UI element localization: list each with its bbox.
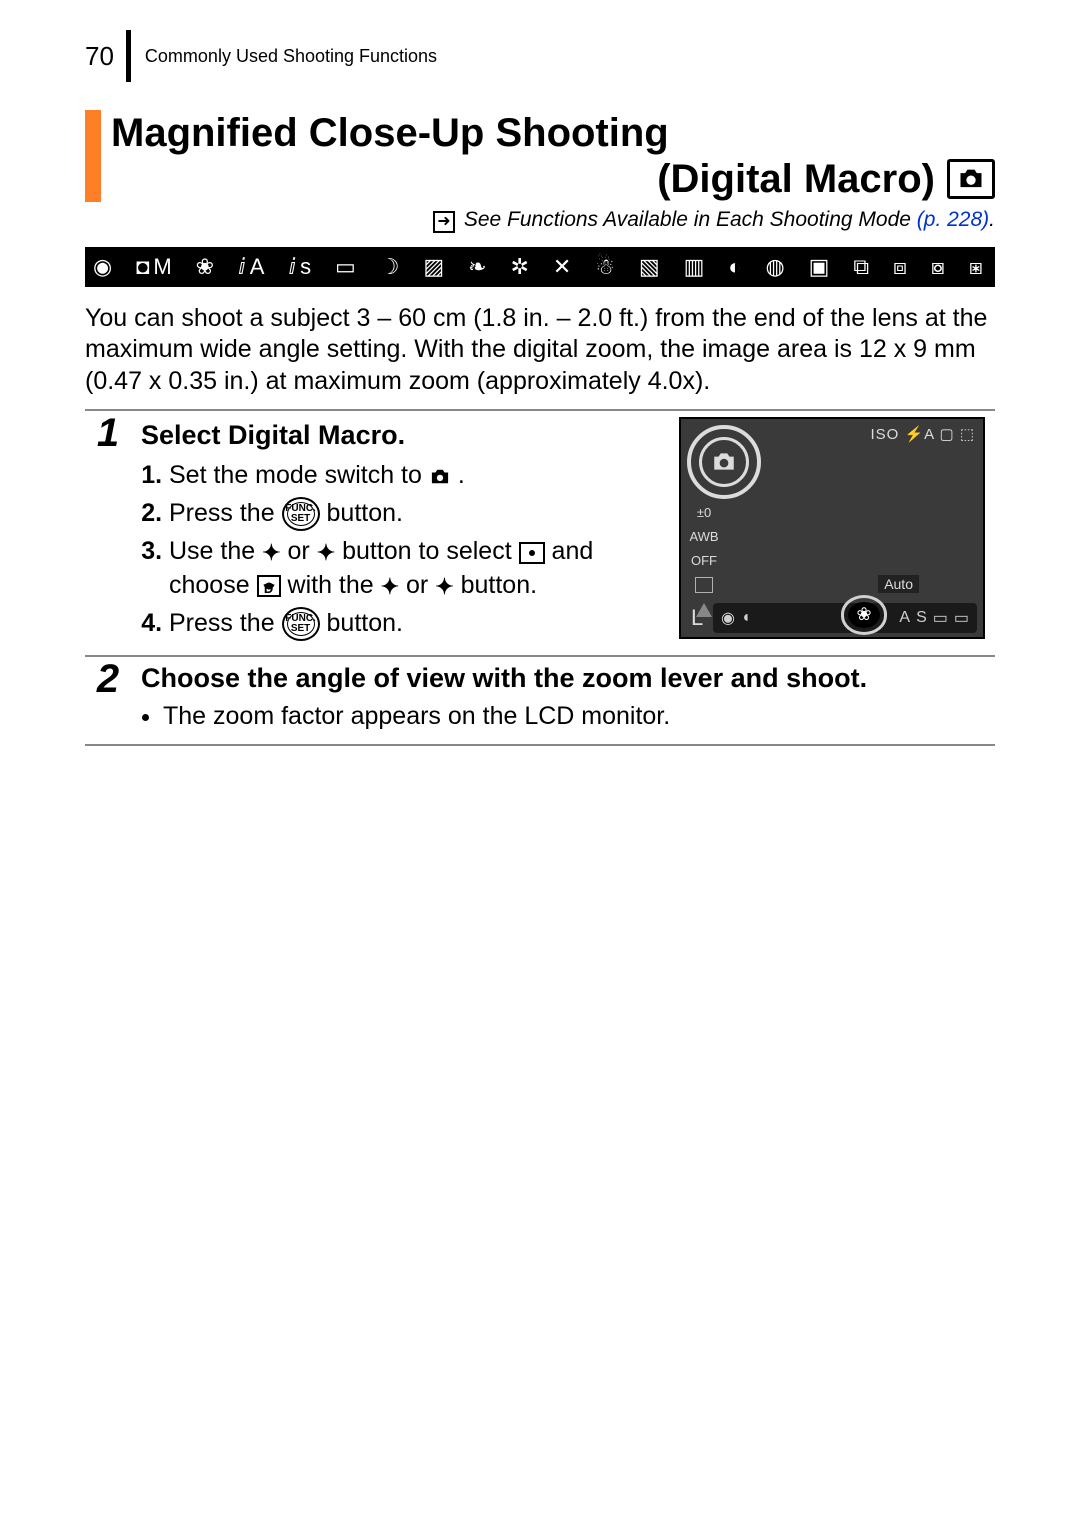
mode-icon: ☃ bbox=[595, 254, 619, 280]
digital-macro-icon bbox=[257, 575, 281, 597]
header-separator bbox=[126, 30, 131, 82]
mode-icon: ▣ bbox=[809, 254, 834, 280]
mode-icon: ▧ bbox=[639, 254, 664, 280]
bar-icon: ◉ bbox=[721, 608, 735, 628]
off-indicator: OFF bbox=[693, 551, 715, 571]
func-set-button-icon: FUNC.SET bbox=[282, 497, 320, 531]
step-number: 1 bbox=[85, 410, 131, 656]
see-also-link[interactable]: (p. 228) bbox=[917, 208, 989, 231]
mode-dial-highlight bbox=[687, 425, 761, 499]
digital-macro-selected-icon: ❀ bbox=[848, 602, 880, 628]
substep: Set the mode switch to . bbox=[169, 459, 665, 493]
step-row: 1 Select Digital Macro. Set the mode swi… bbox=[85, 410, 995, 656]
mode-icon: ◘M bbox=[136, 254, 176, 280]
substep: Press the FUNC.SET button. bbox=[169, 607, 665, 641]
camera-mode-icon bbox=[947, 159, 995, 199]
substep: Press the FUNC.SET button. bbox=[169, 497, 665, 531]
section-title-line2: (Digital Macro) bbox=[657, 156, 935, 202]
intro-paragraph: You can shoot a subject 3 – 60 cm (1.8 i… bbox=[85, 303, 995, 397]
mode-icon: ❧ bbox=[468, 254, 490, 280]
bar-icon: ◖ bbox=[741, 609, 751, 627]
step-bullet: The zoom factor appears on the LCD monit… bbox=[163, 700, 985, 734]
mode-icon: ✕ bbox=[553, 254, 575, 280]
mode-icon: ⧆ bbox=[969, 254, 987, 280]
step-title: Choose the angle of view with the zoom l… bbox=[141, 663, 985, 694]
mode-icon: ⧈ bbox=[893, 254, 911, 280]
mode-icon: ✲ bbox=[510, 254, 532, 280]
arrow-left-icon: ✦ bbox=[381, 572, 399, 602]
page-header: 70 Commonly Used Shooting Functions bbox=[85, 30, 995, 82]
bar-icon: ▭ bbox=[933, 608, 948, 628]
step-row: 2 Choose the angle of view with the zoom… bbox=[85, 656, 995, 745]
selected-mode-highlight: ❀ bbox=[841, 595, 887, 635]
page-number: 70 bbox=[85, 41, 126, 72]
lcd-top-right-icons: ISO ⚡A ▢ ⬚ bbox=[870, 425, 975, 443]
lcd-left-column: ±0 AWB OFF bbox=[693, 503, 715, 619]
mode-icon: ⧉ bbox=[853, 254, 873, 280]
step-substeps: Set the mode switch to . Press the FUNC.… bbox=[141, 459, 665, 641]
arrow-right-box-icon: ➜ bbox=[433, 211, 455, 233]
arrow-down-icon: ✦ bbox=[317, 538, 335, 568]
size-indicator: L bbox=[691, 605, 703, 631]
shooting-mode-strip: ◉ ◘M ❀ ⅈA ⅈs ▭ ☽ ▨ ❧ ✲ ✕ ☃ ▧ ▥ ◐ ◍ ▣ ⧉ ⧈… bbox=[85, 247, 995, 287]
mode-icon: ❀ bbox=[196, 254, 218, 280]
mode-icon: ⅈs bbox=[288, 254, 315, 280]
mode-icon: ⧇ bbox=[931, 254, 949, 280]
section-heading: Magnified Close-Up Shooting (Digital Mac… bbox=[85, 110, 995, 202]
func-set-button-icon: FUNC.SET bbox=[282, 607, 320, 641]
lcd-screen-illustration: ISO ⚡A ▢ ⬚ ±0 AWB OFF L Auto ◉ ◖ A bbox=[679, 417, 985, 639]
awb-indicator: AWB bbox=[693, 527, 715, 547]
step-title: Select Digital Macro. bbox=[141, 417, 665, 453]
auto-label: Auto bbox=[878, 575, 919, 593]
steps-table: 1 Select Digital Macro. Set the mode swi… bbox=[85, 409, 995, 746]
mode-icon: ☽ bbox=[380, 254, 404, 280]
bar-icon: ▭ bbox=[954, 608, 969, 628]
see-also-note: ➜ See Functions Available in Each Shooti… bbox=[85, 208, 995, 233]
chapter-title: Commonly Used Shooting Functions bbox=[145, 46, 437, 67]
bar-icon: S bbox=[916, 609, 927, 627]
arrow-up-icon: ✦ bbox=[262, 538, 280, 568]
arrow-right-icon: ✦ bbox=[435, 572, 453, 602]
ev-indicator: ±0 bbox=[693, 503, 715, 523]
section-title-line1: Magnified Close-Up Shooting bbox=[111, 110, 995, 156]
mode-icon: ▭ bbox=[335, 254, 360, 280]
box-indicator bbox=[693, 575, 715, 595]
mode-icon: ◐ bbox=[728, 254, 745, 280]
bar-icon: A bbox=[899, 609, 910, 627]
mode-icon: ⅈA bbox=[238, 254, 268, 280]
rec-mode-icon bbox=[519, 542, 545, 564]
step-number: 2 bbox=[85, 656, 131, 745]
mode-icon: ▨ bbox=[423, 254, 448, 280]
mode-icon: ◍ bbox=[766, 254, 789, 280]
substep: Use the ✦ or ✦ button to select and choo… bbox=[169, 535, 665, 603]
camera-solid-icon bbox=[429, 468, 451, 486]
accent-bar bbox=[85, 110, 101, 202]
mode-icon: ◉ bbox=[93, 254, 116, 280]
camera-icon bbox=[699, 437, 749, 487]
mode-icon: ▥ bbox=[684, 254, 709, 280]
